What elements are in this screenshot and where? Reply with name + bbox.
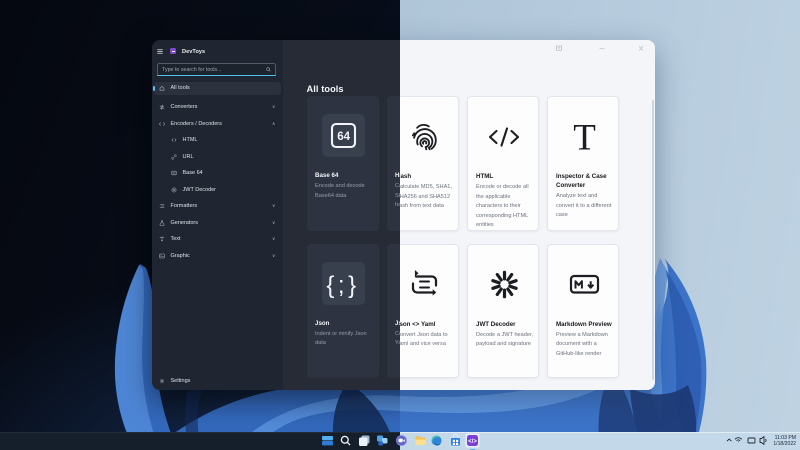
svg-text:64: 64 [337,131,350,143]
svg-text:64: 64 [172,171,175,175]
svg-text:T: T [573,118,596,159]
svg-text:{;}: {;} [326,272,359,299]
svg-text:</>: </> [468,439,477,445]
